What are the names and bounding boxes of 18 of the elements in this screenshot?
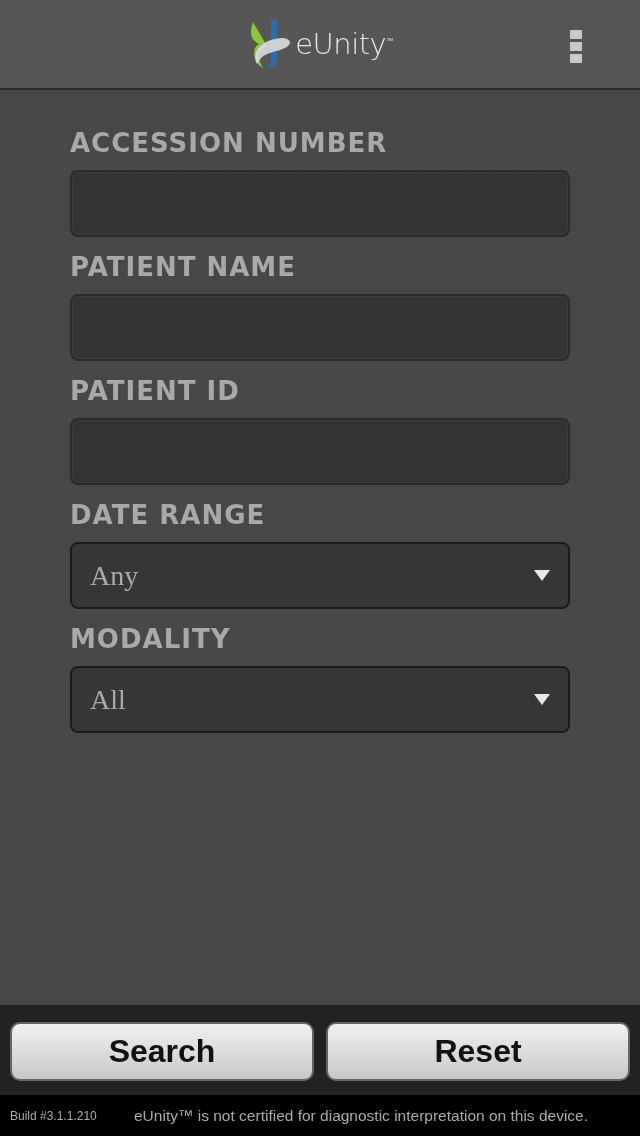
dropdown-field[interactable]: Any bbox=[70, 542, 570, 609]
dropdown-field[interactable]: All bbox=[70, 666, 570, 733]
input-field[interactable] bbox=[70, 170, 570, 237]
action-button[interactable]: Search bbox=[10, 1022, 314, 1081]
field-label: DATE RANGE bbox=[70, 500, 267, 530]
field-label: MODALITY bbox=[70, 624, 232, 654]
field-label: PATIENT ID bbox=[70, 376, 241, 406]
dropdown-arrow-icon bbox=[534, 569, 550, 582]
disclaimer-text: eUnity™ is not certified for diagnostic interpretation on this device. bbox=[134, 1106, 589, 1125]
build-number: Build #3.1.1.210 bbox=[10, 1108, 98, 1123]
field-label: ACCESSION NUMBER bbox=[70, 128, 389, 158]
menu-icon[interactable] bbox=[570, 30, 582, 64]
input-field[interactable] bbox=[70, 418, 570, 485]
brand-name: eUnity$^{™}$ bbox=[295, 27, 393, 61]
action-button[interactable]: Reset bbox=[326, 1022, 630, 1081]
field-label: PATIENT NAME bbox=[70, 252, 297, 282]
input-field[interactable] bbox=[70, 294, 570, 361]
dropdown-arrow-icon bbox=[534, 693, 550, 706]
